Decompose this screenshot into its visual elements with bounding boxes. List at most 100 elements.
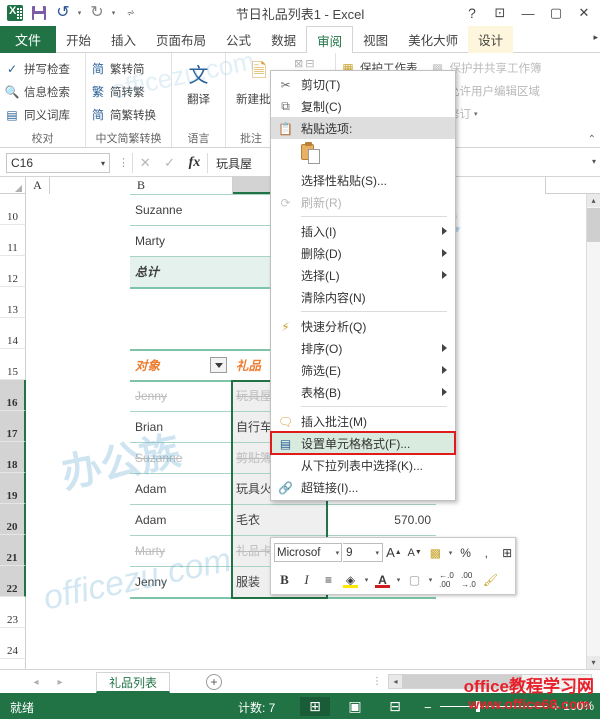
ribbon-item-research[interactable]: 🔍 信息检索 [0, 80, 85, 103]
ribbon-item-translate[interactable]: 文 翻译 [172, 53, 225, 107]
row-header-21[interactable]: 21 [0, 535, 26, 566]
tab-5[interactable]: 审阅 [306, 26, 354, 54]
menu-item-insert[interactable]: 插入(I) [271, 220, 455, 242]
page-break-view-button[interactable]: ⊟ [380, 697, 410, 716]
row-header-25[interactable]: 25 [0, 659, 26, 669]
tab-8[interactable]: 设计 [468, 26, 514, 53]
row-header-16[interactable]: 16 [0, 380, 26, 411]
cell-b22[interactable]: Jenny [130, 566, 231, 597]
fill-color-button[interactable]: ◈ [340, 569, 361, 590]
next-sheet-arrow-icon[interactable]: ▸ [52, 675, 68, 689]
row-header-11[interactable]: 11 [0, 225, 26, 256]
chevron-down-icon[interactable]: ▾ [101, 159, 105, 168]
column-header-b[interactable]: B [50, 177, 233, 194]
ribbon-item-trad-to-simp[interactable]: 简 繁转简 [86, 57, 171, 80]
vertical-scroll-thumb[interactable] [587, 208, 600, 242]
select-all-button[interactable] [0, 177, 26, 194]
menu-item-table[interactable]: 表格(B) [271, 381, 455, 403]
enter-formula-icon[interactable]: ✓ [164, 155, 175, 171]
font-name-input[interactable]: Microsof ▾ [274, 543, 343, 562]
row-header-17[interactable]: 17 [0, 411, 26, 442]
row-header-14[interactable]: 14 [0, 318, 26, 349]
increase-decimal-button[interactable]: ←.0.00 [436, 569, 457, 590]
tab-file[interactable]: 文件 [0, 26, 56, 53]
cell-b21[interactable]: Marty [130, 535, 231, 566]
cell-b16[interactable]: Jenny [130, 380, 231, 411]
menu-item-delete[interactable]: 删除(D) [271, 242, 455, 264]
add-sheet-button[interactable]: + [206, 674, 222, 690]
menu-item-cut[interactable]: ✂ 剪切(T) [271, 73, 455, 95]
tab-7[interactable]: 美化大师 [398, 26, 468, 53]
row-header-19[interactable]: 19 [0, 473, 26, 504]
cell-b17[interactable]: Brian [130, 411, 231, 442]
cell-b18[interactable]: Suzanne [130, 442, 231, 473]
fill-color-dropdown-icon[interactable]: ▾ [362, 569, 371, 590]
row-header-13[interactable]: 13 [0, 287, 26, 318]
ribbon-item-simp-to-trad[interactable]: 繁 简转繁 [86, 80, 171, 103]
scroll-left-button[interactable]: ◂ [389, 675, 402, 688]
row-header-18[interactable]: 18 [0, 442, 26, 473]
split-handle[interactable]: ⋮ [372, 676, 382, 687]
menu-item-pick-from-dropdown[interactable]: 从下拉列表中选择(K)... [271, 454, 455, 476]
tab-6[interactable]: 视图 [353, 26, 398, 53]
percent-style-button[interactable]: % [456, 542, 476, 563]
cell-d20[interactable]: 570.00 [328, 504, 436, 535]
align-center-button[interactable]: ≡ [318, 569, 339, 590]
menu-item-copy[interactable]: ⧉ 复制(C) [271, 95, 455, 117]
menu-item-sort[interactable]: 排序(O) [271, 337, 455, 359]
cell-b19[interactable]: Adam [130, 473, 231, 504]
row-header-12[interactable]: 12 [0, 256, 26, 287]
column-header-a[interactable]: A [26, 177, 50, 194]
chevron-down-icon[interactable]: ▾ [375, 549, 379, 557]
name-box[interactable]: C16 ▾ [6, 153, 110, 173]
insert-function-icon[interactable]: fx [189, 155, 201, 171]
merge-cells-button[interactable]: ⊞ [497, 542, 517, 563]
format-painter-button[interactable]: 🖌 [480, 569, 501, 590]
cell-c20[interactable]: 毛衣 [231, 504, 328, 535]
ribbon-item-thesaurus[interactable]: ▤ 同义词库 [0, 103, 85, 126]
menu-item-clear-contents[interactable]: 清除内容(N) [271, 286, 455, 308]
chevron-down-icon[interactable]: ▾ [336, 549, 340, 557]
row-header-22[interactable]: 22 [0, 566, 26, 597]
zoom-out-button[interactable]: − [424, 700, 432, 715]
font-size-input[interactable]: 9 ▾ [343, 543, 383, 562]
cell-b20[interactable]: Adam [130, 504, 231, 535]
menu-item-format-cells[interactable]: ▤ 设置单元格格式(F)... [270, 431, 456, 455]
borders-dropdown-icon[interactable]: ▾ [426, 569, 435, 590]
scroll-down-button[interactable]: ▾ [587, 656, 600, 669]
row-header-15[interactable]: 15 [0, 349, 26, 380]
maximize-button[interactable]: ▢ [542, 2, 570, 24]
vertical-scrollbar[interactable]: ▴ ▾ [586, 194, 600, 669]
tab-3[interactable]: 公式 [216, 26, 261, 53]
menu-item-paste-special[interactable]: 选择性粘贴(S)... [271, 169, 455, 191]
scroll-up-button[interactable]: ▴ [587, 194, 600, 207]
collapse-ribbon-icon[interactable]: ⌃ [588, 134, 596, 145]
bold-button[interactable]: B [274, 569, 295, 590]
page-layout-view-button[interactable]: ▣ [340, 697, 370, 716]
normal-view-button[interactable]: ⊞ [300, 697, 330, 716]
font-color-dropdown-icon[interactable]: ▾ [394, 569, 403, 590]
row-header-23[interactable]: 23 [0, 597, 26, 628]
tab-2[interactable]: 页面布局 [146, 26, 216, 53]
shrink-font-button[interactable]: A ▼ [405, 542, 425, 563]
decrease-decimal-button[interactable]: .00 →.0 [458, 569, 479, 590]
sheet-tab-gift-list[interactable]: 礼品列表 [96, 672, 171, 693]
cell-b12[interactable]: 总计 [130, 256, 231, 287]
tab-1[interactable]: 插入 [101, 26, 146, 53]
delete-comment-icon[interactable]: ⊠ [294, 57, 303, 70]
number-format-icon[interactable]: ▩ [426, 542, 446, 563]
prev-comment-icon[interactable]: ⊟ [305, 57, 314, 70]
grow-font-button[interactable]: A ▲ [384, 542, 404, 563]
row-header-24[interactable]: 24 [0, 628, 26, 659]
number-format-dropdown-icon[interactable]: ▾ [446, 542, 454, 563]
minimize-button[interactable]: — [514, 2, 542, 24]
help-button[interactable]: ? [458, 2, 486, 24]
filter-button-b15[interactable] [210, 357, 227, 373]
menu-item-quick-analysis[interactable]: ⚡ 快速分析(Q) [271, 315, 455, 337]
tab-4[interactable]: 数据 [261, 26, 306, 53]
menu-item-filter[interactable]: 筛选(E) [271, 359, 455, 381]
tab-0[interactable]: 开始 [56, 26, 101, 53]
font-color-button[interactable]: A [372, 569, 393, 590]
more-tabs-arrow-icon[interactable]: ▸ [593, 32, 598, 43]
menu-item-insert-comment[interactable]: 🗨 插入批注(M) [271, 410, 455, 432]
